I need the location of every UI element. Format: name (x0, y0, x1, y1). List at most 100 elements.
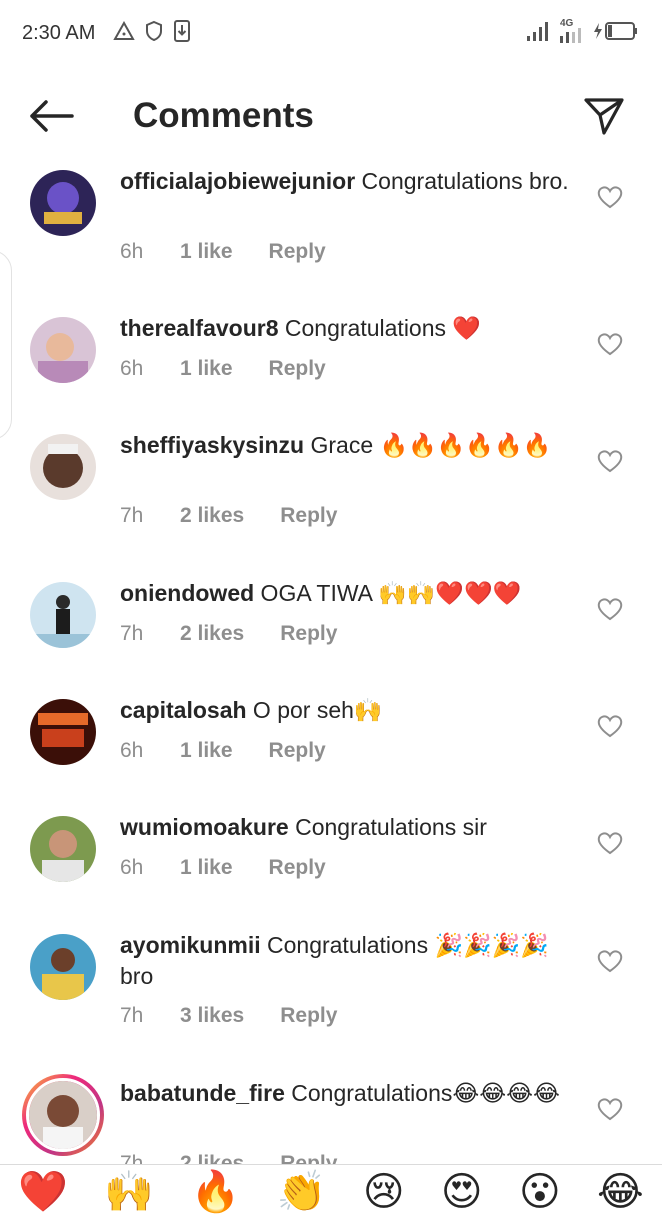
avatar[interactable] (30, 317, 96, 383)
like-button[interactable] (596, 597, 624, 626)
shield-icon (145, 20, 163, 47)
comment-text: capitalosah O por seh🙌 (120, 695, 570, 726)
emoji-clap-button[interactable]: 👏 (277, 1164, 327, 1220)
like-button[interactable] (596, 332, 624, 361)
like-button[interactable] (596, 714, 624, 743)
comment-likes[interactable]: 1 like (180, 739, 233, 763)
status-icons-left (113, 19, 191, 48)
comment-meta: 7h 2 likes Reply (120, 1152, 337, 1164)
comment-likes[interactable]: 3 likes (180, 1004, 244, 1028)
comment-time: 6h (120, 240, 144, 263)
comment-meta: 7h 3 likes Reply (120, 1004, 337, 1028)
comment-username[interactable]: therealfavour8 (120, 315, 279, 341)
avatar[interactable] (30, 816, 96, 882)
comments-list[interactable]: officialajobiewejunior Congratulations b… (0, 160, 662, 1164)
comment-username[interactable]: ayomikunmii (120, 932, 261, 958)
avatar[interactable] (30, 699, 96, 765)
arrow-left-icon (28, 99, 74, 138)
comment-likes[interactable]: 1 like (180, 240, 233, 264)
comment-message: O por seh🙌 (246, 697, 383, 723)
back-button[interactable] (26, 96, 76, 140)
avatar[interactable] (30, 434, 96, 500)
heart-outline-icon (597, 185, 623, 214)
comment-message: OGA TIWA 🙌🙌❤️❤️❤️ (254, 580, 522, 606)
comment-text: wumiomoakure Congratulations sir (120, 812, 570, 843)
emoji-raised-hands-button[interactable]: 🙌 (104, 1164, 154, 1220)
like-button[interactable] (596, 949, 624, 978)
comment-username[interactable]: sheffiyaskysinzu (120, 432, 304, 458)
comment-message: Congratulations😂😂😂😂 (284, 1080, 560, 1106)
comment-likes[interactable]: 1 like (180, 856, 233, 880)
emoji-fire-button[interactable]: 🔥 (191, 1164, 241, 1220)
reply-button[interactable]: Reply (280, 622, 337, 646)
reply-button[interactable]: Reply (280, 1152, 337, 1164)
reply-button[interactable]: Reply (280, 504, 337, 528)
comment-message: Congratulations bro. (355, 168, 569, 194)
comment-text: officialajobiewejunior Congratulations b… (120, 166, 570, 197)
comment-meta: 7h 2 likes Reply (120, 622, 337, 646)
comment-text: ayomikunmii Congratulations 🎉🎉🎉🎉 bro (120, 930, 570, 992)
comment-username[interactable]: wumiomoakure (120, 814, 289, 840)
reply-button[interactable]: Reply (269, 856, 326, 880)
emoji-surprised-button[interactable]: 😮 (519, 1164, 561, 1220)
comment-meta: 6h 1 like Reply (120, 856, 326, 880)
heart-outline-icon (597, 714, 623, 743)
comment-likes[interactable]: 2 likes (180, 504, 244, 528)
heart-outline-icon (597, 449, 623, 478)
comment-likes[interactable]: 2 likes (180, 1152, 244, 1164)
comment-username[interactable]: oniendowed (120, 580, 254, 606)
comment-meta: 6h 1 like Reply (120, 357, 326, 381)
signal-icon (526, 20, 550, 47)
status-bar: 2:30 AM 4G (0, 0, 662, 66)
avatar-with-story-ring[interactable] (22, 1074, 104, 1156)
header: Comments (0, 80, 662, 156)
heart-outline-icon (597, 597, 623, 626)
comment-text: babatunde_fire Congratulations😂😂😂😂 (120, 1078, 570, 1109)
alert-triangle-icon (113, 20, 136, 46)
comment-text: sheffiyaskysinzu Grace 🔥🔥🔥🔥🔥🔥 (120, 430, 570, 461)
like-button[interactable] (596, 831, 624, 860)
avatar[interactable] (30, 170, 96, 236)
avatar[interactable] (30, 934, 96, 1000)
comment-likes[interactable]: 2 likes (180, 622, 244, 646)
comment-text: oniendowed OGA TIWA 🙌🙌❤️❤️❤️ (120, 578, 570, 609)
comment-username[interactable]: officialajobiewejunior (120, 168, 355, 194)
status-time: 2:30 AM (22, 21, 96, 44)
like-button[interactable] (596, 185, 624, 214)
reply-button[interactable]: Reply (269, 357, 326, 381)
comment-time: 7h (120, 504, 144, 527)
heart-outline-icon (597, 332, 623, 361)
avatar[interactable] (30, 582, 96, 648)
comment-likes[interactable]: 1 like (180, 357, 233, 381)
comment-time: 7h (120, 622, 144, 645)
page-title: Comments (133, 96, 314, 135)
download-icon (173, 19, 191, 48)
emoji-quick-bar: ❤️ 🙌 🔥 👏 😢 😍 😮 😂 (0, 1164, 662, 1220)
comment-time: 7h (120, 1152, 144, 1164)
comment-message: Congratulations sir (288, 814, 487, 840)
heart-outline-icon (597, 949, 623, 978)
status-icons-right: 4G (526, 18, 640, 47)
emoji-crying-button[interactable]: 😢 (363, 1164, 405, 1220)
comment-time: 6h (120, 357, 144, 380)
comment-message: Congratulations ❤️ (278, 315, 482, 341)
share-button[interactable] (580, 94, 628, 142)
comment-meta: 7h 2 likes Reply (120, 504, 337, 528)
comment-text: therealfavour8 Congratulations ❤️ (120, 313, 570, 344)
paper-plane-icon (583, 96, 625, 141)
reply-button[interactable]: Reply (269, 240, 326, 264)
reply-button[interactable]: Reply (269, 739, 326, 763)
emoji-heart-eyes-button[interactable]: 😍 (441, 1164, 483, 1220)
heart-outline-icon (597, 831, 623, 860)
comment-username[interactable]: capitalosah (120, 697, 247, 723)
like-button[interactable] (596, 1097, 624, 1126)
comment-time: 7h (120, 1004, 144, 1027)
comment-message: Grace 🔥🔥🔥🔥🔥🔥 (304, 432, 552, 458)
comment-username[interactable]: babatunde_fire (120, 1080, 285, 1106)
reply-button[interactable]: Reply (280, 1004, 337, 1028)
emoji-heart-button[interactable]: ❤️ (18, 1164, 68, 1220)
heart-outline-icon (597, 1097, 623, 1126)
like-button[interactable] (596, 449, 624, 478)
emoji-laughing-button[interactable]: 😂 (597, 1164, 644, 1220)
avatar-image (26, 1078, 100, 1152)
